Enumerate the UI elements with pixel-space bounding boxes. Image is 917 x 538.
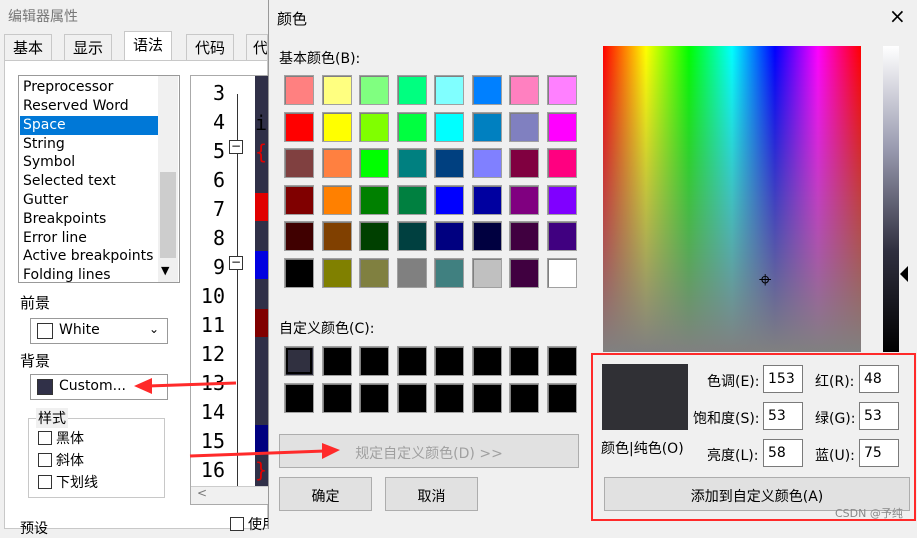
arrow-to-define-custom [189, 449, 326, 458]
arrow-to-custom [147, 381, 237, 388]
annotation-arrows [134, 378, 340, 459]
arrow-head-icon [322, 443, 340, 459]
arrow-head-icon [134, 378, 152, 394]
